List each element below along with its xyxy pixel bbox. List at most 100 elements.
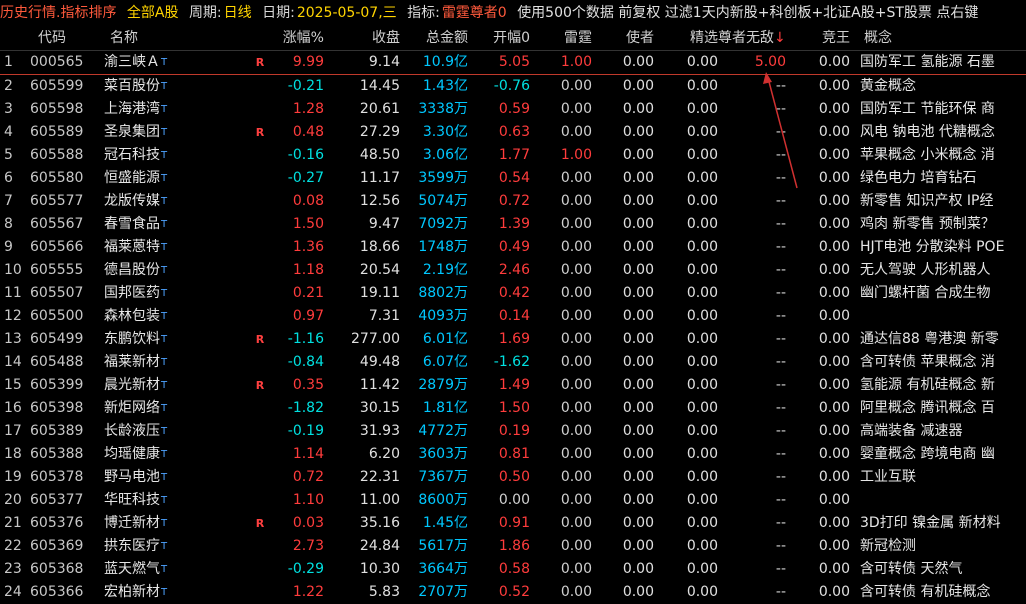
jingwang-value: 0.00 [818, 377, 850, 393]
table-row[interactable]: 19 605378 野马电池T 0.72 22.31 7367万 0.50 0.00 0.00 0… [0, 466, 1026, 489]
table-row[interactable]: 17 605389 长龄液压T -0.19 31.93 4772万 0.19 0.00 0.00… [0, 420, 1026, 443]
shizhe-value: 0.00 [622, 446, 654, 462]
stock-code: 605499 [30, 331, 84, 347]
close-price: 12.56 [359, 193, 400, 209]
table-row[interactable]: 7 605577 龙版传媒T 0.08 12.56 5074万 0.72 0.00 0.00 0.… [0, 190, 1026, 213]
zunzhe-value: -- [775, 354, 786, 370]
table-row[interactable]: 18 605388 均瑶健康T 1.14 6.20 3603万 0.81 0.00 0.00 0.… [0, 443, 1026, 466]
table-row[interactable]: 10 605555 德昌股份T 1.18 20.54 2.19亿 2.46 0.00 0.00 0… [0, 259, 1026, 282]
table-row[interactable]: 1 000565 渝三峡ＡT R 9.99 9.14 10.9亿 5.05 1.00 0.00 0.… [0, 51, 1026, 75]
stock-name: 蓝天燃气 [104, 561, 160, 577]
header-jingwang[interactable]: 竞王 [820, 26, 850, 50]
table-row[interactable]: 13 605499 东鹏饮料T R -1.16 277.00 6.01亿 1.69 0.00 0.… [0, 328, 1026, 351]
row-index: 22 [4, 538, 22, 554]
trade-mark-badge: T [161, 196, 168, 207]
row-index: 12 [4, 308, 22, 324]
stock-table: 1 000565 渝三峡ＡT R 9.99 9.14 10.9亿 5.05 1.00 0.00 0.… [0, 51, 1026, 604]
header-code[interactable]: 代码 [38, 26, 108, 50]
zunzhe-value: -- [775, 446, 786, 462]
concept-tags: 国防军工 节能环保 商 [860, 101, 995, 117]
close-price: 31.93 [359, 423, 400, 439]
close-price: 11.42 [359, 377, 400, 393]
total-amount: 8600万 [418, 492, 468, 508]
zunzhe-value: -- [775, 331, 786, 347]
stock-name: 国邦医药 [104, 285, 160, 301]
leiting-value: 0.00 [560, 308, 592, 324]
close-price: 10.30 [359, 561, 400, 577]
header-jingxuan[interactable]: 精选尊者无敌↓ [690, 26, 790, 50]
open-pct: 1.50 [498, 400, 530, 416]
table-row[interactable]: 8 605567 春雪食品T 1.50 9.47 7092万 1.39 0.00 0.00 0.0… [0, 213, 1026, 236]
table-row[interactable]: 2 605599 菜百股份T -0.21 14.45 1.43亿 -0.76 0.00 0.00… [0, 75, 1026, 98]
table-row[interactable]: 11 605507 国邦医药T 0.21 19.11 8802万 0.42 0.00 0.00 0… [0, 282, 1026, 305]
change-pct: 1.18 [292, 262, 324, 278]
close-price: 48.50 [359, 147, 400, 163]
indicator-value[interactable]: 雷霆尊者0 [442, 5, 507, 21]
table-row[interactable]: 4 605589 圣泉集团T R 0.48 27.29 3.30亿 0.63 0.00 0.00 0… [0, 121, 1026, 144]
table-row[interactable]: 22 605369 拱东医疗T 2.73 24.84 5617万 1.86 0.00 0.00 0… [0, 535, 1026, 558]
change-pct: 1.14 [292, 446, 324, 462]
shizhe-value: 0.00 [622, 515, 654, 531]
header-open[interactable]: 开幅0 [472, 26, 530, 50]
open-pct: 1.49 [498, 377, 530, 393]
table-row[interactable]: 5 605588 冠石科技T -0.16 48.50 3.06亿 1.77 1.00 0.00 0… [0, 144, 1026, 167]
change-pct: 0.97 [292, 308, 324, 324]
header-name[interactable]: 名称 [110, 26, 190, 50]
trade-mark-badge: T [161, 288, 168, 299]
header-shizhe[interactable]: 使者 [596, 26, 654, 50]
total-amount: 1.43亿 [422, 78, 468, 94]
zunzhe-value: -- [775, 308, 786, 324]
open-pct: 0.42 [498, 285, 530, 301]
table-row[interactable]: 16 605398 新炬网络T -1.82 30.15 1.81亿 1.50 0.00 0.00… [0, 397, 1026, 420]
stock-code: 605500 [30, 308, 84, 324]
header-leiting[interactable]: 雷霆 [534, 26, 592, 50]
zunzhe-value: -- [775, 423, 786, 439]
stock-name: 新炬网络 [104, 400, 160, 416]
open-pct: 0.49 [498, 239, 530, 255]
open-pct: 0.54 [498, 170, 530, 186]
leiting-value: 0.00 [560, 561, 592, 577]
stock-name-cell: 晨光新材T [104, 374, 184, 397]
header-change[interactable]: 涨幅% [270, 26, 324, 50]
table-row[interactable]: 6 605580 恒盛能源T -0.27 11.17 3599万 0.54 0.00 0.00 0… [0, 167, 1026, 190]
row-index: 18 [4, 446, 22, 462]
table-row[interactable]: 3 605598 上海港湾T 1.28 20.61 3338万 0.59 0.00 0.00 0.… [0, 98, 1026, 121]
period-value[interactable]: 日线 [224, 5, 252, 21]
total-amount: 3664万 [418, 561, 468, 577]
shizhe-value: 0.00 [622, 101, 654, 117]
table-row[interactable]: 20 605377 华旺科技T 1.10 11.00 8600万 0.00 0.00 0.00 0… [0, 489, 1026, 512]
zunzhe-value: -- [775, 492, 786, 508]
header-concept[interactable]: 概念 [864, 26, 1026, 50]
leiting-value: 0.00 [560, 377, 592, 393]
table-row[interactable]: 12 605500 森林包装T 0.97 7.31 4093万 0.14 0.00 0.00 0.… [0, 305, 1026, 328]
leiting-value: 0.00 [560, 285, 592, 301]
total-amount: 10.9亿 [422, 54, 468, 70]
jingxuan-value: 0.00 [686, 423, 718, 439]
table-row[interactable]: 9 605566 福莱蒽特T 1.36 18.66 1748万 0.49 0.00 0.00 0.… [0, 236, 1026, 259]
header-close[interactable]: 收盘 [334, 26, 400, 50]
stock-name-cell: 渝三峡ＡT [104, 51, 184, 74]
table-row[interactable]: 15 605399 晨光新材T R 0.35 11.42 2879万 1.49 0.00 0.00… [0, 374, 1026, 397]
stock-name: 冠石科技 [104, 147, 160, 163]
change-pct: -0.16 [287, 147, 324, 163]
close-price: 7.31 [368, 308, 400, 324]
trade-mark-badge: T [161, 127, 168, 138]
row-index: 11 [4, 285, 22, 301]
jingxuan-value: 0.00 [686, 308, 718, 324]
table-row[interactable]: 14 605488 福莱新材T -0.84 49.48 6.07亿 -1.62 0.00 0.0… [0, 351, 1026, 374]
market-selector[interactable]: 全部A股 [127, 5, 179, 21]
close-price: 14.45 [359, 78, 400, 94]
change-pct: 0.35 [292, 377, 324, 393]
change-pct: 9.99 [292, 54, 324, 70]
header-amount[interactable]: 总金额 [404, 26, 468, 50]
date-value[interactable]: 2025-05-07,三 [297, 5, 397, 21]
stock-name: 上海港湾 [104, 101, 160, 117]
table-row[interactable]: 21 605376 博迁新材T R 0.03 35.16 1.45亿 0.91 0.00 0.00… [0, 512, 1026, 535]
row-index: 5 [4, 147, 13, 163]
stock-name-cell: 蓝天燃气T [104, 558, 184, 581]
change-pct: 1.50 [292, 216, 324, 232]
title-bar: 历史行情.指标排序 全部A股 周期: 日线 日期: 2025-05-07,三 指标:… [0, 0, 1026, 26]
concept-tags: 国防军工 氢能源 石墨 [860, 54, 995, 70]
table-row[interactable]: 23 605368 蓝天燃气T -0.29 10.30 3664万 0.58 0.00 0.00… [0, 558, 1026, 581]
change-pct: 1.36 [292, 239, 324, 255]
